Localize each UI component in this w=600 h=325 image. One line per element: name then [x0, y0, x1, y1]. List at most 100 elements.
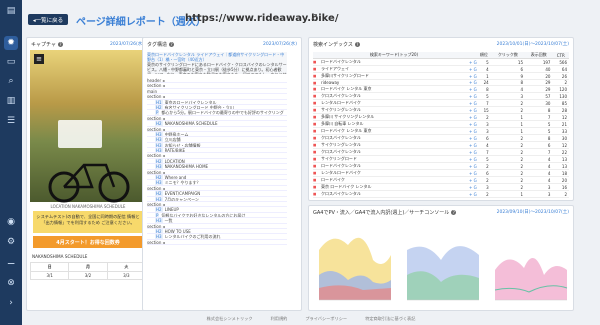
tag-text: RATE/BIKE [164, 148, 185, 154]
metric-cell: 2 [490, 148, 526, 157]
metric-cell: 7 [525, 113, 553, 122]
google-search-icon[interactable]: + G [469, 134, 477, 143]
list-icon[interactable]: ☰ [4, 114, 18, 128]
keyword-cell: レンタルロードバイク [319, 169, 469, 178]
metric-cell: 5 [477, 155, 491, 164]
google-search-icon[interactable]: + G [469, 176, 477, 185]
footer-company-link[interactable]: 株式会社シンメトリック [207, 316, 253, 322]
metric-cell: 1 [490, 190, 526, 199]
tag-text: 中野島ホーム [164, 131, 189, 137]
external-link-icon[interactable]: ↗ [310, 12, 318, 23]
keyword-cell: 東京 ロードバイク レンタル [319, 183, 469, 192]
google-search-icon[interactable]: + G [469, 106, 477, 115]
google-search-icon[interactable]: + G [469, 113, 477, 122]
capture-title: キャプチャ? [31, 42, 63, 48]
google-search-icon[interactable]: + G [469, 127, 477, 136]
meta-description: 東京のサイクリングロードにあるロードバイク・クロスバイクのレンタルサービス。八幡… [147, 62, 287, 74]
google-search-icon[interactable]: + G [469, 92, 477, 101]
gear-icon[interactable]: ⚙ [4, 235, 18, 249]
tag-text: ミニモ？やります？ [164, 180, 201, 186]
table-row: ■ サイクリングレンタル + G 15 2 8 28 [313, 106, 569, 115]
metric-cell: 20 [525, 72, 553, 80]
metric-cell: 4 [525, 162, 553, 171]
monitor-icon[interactable]: ▭ [4, 55, 18, 69]
keyword-cell: クロスバイクレンタル [319, 134, 469, 143]
tag-text: 気軽なバイクでお好きなレンタルの方にお届け [161, 212, 246, 218]
metric-cell: 13 [552, 155, 569, 164]
close-icon[interactable]: ⊗ [4, 276, 18, 290]
tag-text: お知らせ・店舗情報 [164, 142, 201, 148]
google-search-icon[interactable]: + G [469, 79, 477, 87]
footer-terms-link[interactable]: 利用規約 [271, 316, 288, 322]
google-search-icon[interactable]: + G [469, 148, 477, 157]
metric-cell: 3 [477, 183, 491, 192]
google-search-icon[interactable]: + G [469, 190, 477, 199]
search-index-title: 検索インデックス? [313, 42, 360, 48]
star-icon[interactable]: ✹ [4, 36, 18, 50]
capture-caption: LOCATION NAKAMOSHIMA SCHEDULE [50, 204, 126, 209]
keyword-cell: 多摩川 自転車 レンタル [319, 120, 469, 129]
table-row: ■ 多摩川 自転車 レンタル + G 3 1 5 21 [313, 120, 569, 129]
search-doc-icon[interactable]: ⌕ [4, 74, 18, 88]
doc-icon[interactable]: ▤ [4, 4, 18, 18]
bike-icon[interactable]: ⚊ [4, 255, 18, 269]
keyword-cell: サイクリングレンタル [319, 106, 469, 115]
keyword-cell: ロードバイク レンタル 東京 [319, 85, 469, 94]
keyword-table: 検索キーワード(トップ20) 順位 クリック数 表示回数 CTR ■ ロードバイク… [313, 52, 569, 199]
metric-cell: 2 [490, 169, 526, 178]
google-search-icon[interactable]: + G [469, 72, 477, 80]
google-search-icon[interactable]: + G [469, 85, 477, 94]
schedule-table: 日月火 3/1 3/2 3/3 [29, 262, 147, 280]
metric-cell: 5 [477, 58, 491, 66]
user-icon[interactable]: ◉ [4, 215, 18, 229]
capture-cta-button: 4月スタート！お得な回数券 [33, 236, 143, 248]
expand-icon[interactable]: › [4, 296, 18, 310]
google-search-icon[interactable]: + G [469, 169, 477, 178]
meta-title-link[interactable]: 東京ロードバイクレンタル ライドアウェイ｜都道府サイクリングロード・中野台（1）… [147, 52, 284, 62]
capture-screenshot: ≡ [30, 50, 146, 203]
tag-text: NAKANOSHIMA HOME [164, 164, 209, 170]
metric-cell: 30 [525, 99, 553, 108]
metric-cell: 120 [552, 85, 569, 94]
google-search-icon[interactable]: + G [469, 120, 477, 129]
schedule-title: NAKANOSHIMA SCHEDULE [32, 254, 88, 259]
chart-icon[interactable]: ▥ [4, 94, 18, 108]
google-search-icon[interactable]: + G [469, 183, 477, 192]
metric-cell: 20 [552, 176, 569, 185]
google-search-icon[interactable]: + G [469, 162, 477, 171]
tag-text: section ◂ [147, 126, 165, 132]
tag-text: Where and [164, 175, 187, 181]
search-index-panel: 検索インデックス? 2023/10/01(日)～2023/10/07(土) 検索… [308, 37, 574, 201]
tag-structure-date: 2023/07/26(水) [263, 42, 297, 47]
keyword-cell: クロスバイクレンタル [319, 148, 469, 157]
tag-structure-panel: タグ構造? 2023/07/26(水) 東京ロードバイクレンタル ライドアウェイ… [142, 37, 302, 311]
keyword-cell: 多摩川サイクリングロード [319, 72, 469, 80]
metric-cell: 2 [490, 183, 526, 192]
metric-cell: 4 [525, 169, 553, 178]
google-search-icon[interactable]: + G [469, 99, 477, 108]
metric-cell: 2 [490, 176, 526, 185]
metric-cell: 5 [525, 120, 553, 129]
metric-cell: 21 [552, 120, 569, 129]
back-button[interactable]: ◂一覧に戻る [28, 14, 68, 25]
google-search-icon[interactable]: + G [469, 141, 477, 150]
google-search-icon[interactable]: + G [469, 155, 477, 164]
tag-text: main [147, 88, 157, 94]
tag-text: section ◂ [147, 223, 165, 229]
google-search-icon[interactable]: + G [469, 65, 477, 73]
footer-privacy-link[interactable]: プライバシーポリシー [305, 316, 347, 322]
tag-text: section ◂ [147, 153, 165, 159]
tag-node: section ◂ [147, 240, 287, 246]
google-search-icon[interactable]: + G [469, 58, 477, 66]
metric-cell: 15 [490, 58, 526, 66]
table-row: ■ クロスバイクレンタル + G 6 2 8 30 [313, 134, 569, 143]
pv-area-chart [313, 220, 396, 310]
ga-title: GA4でPV・流入／GA4で流入内訳(週上)／サーチコンソール? [313, 210, 457, 216]
metric-cell: 4 [477, 141, 491, 150]
tag-text: LOCATION [164, 158, 185, 164]
metric-cell: 12 [552, 141, 569, 150]
metric-cell: 9 [490, 72, 526, 80]
table-row: ■ クロスバイクレンタル + G 5 3 57 130 [313, 92, 569, 101]
footer-tokusho-link[interactable]: 特定商取引法に基づく表記 [365, 316, 415, 322]
table-row: ■ ロードバイクレンタル + G 5 15 197 566 [313, 58, 569, 66]
